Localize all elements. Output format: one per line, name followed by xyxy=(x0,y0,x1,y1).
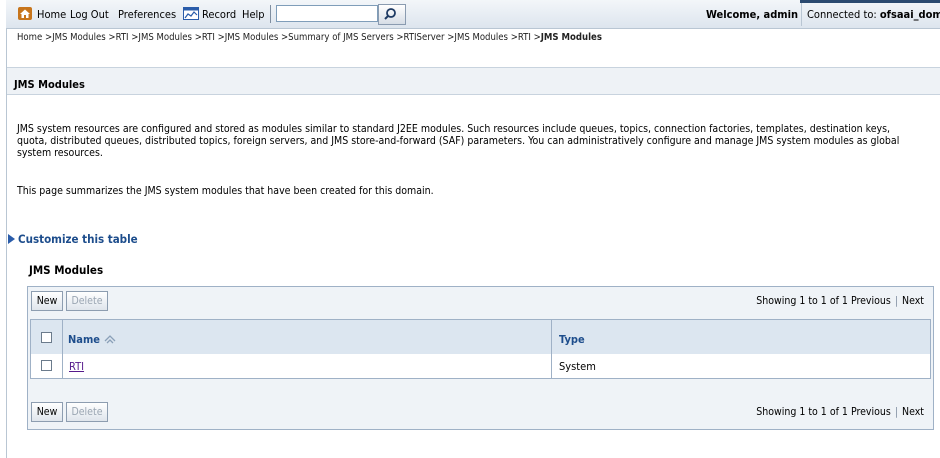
pagination-bottom: Showing 1 to 1 of 1 Previous | Next xyxy=(756,406,924,418)
connected-domain: ofsaai_doma xyxy=(879,8,940,21)
select-all-checkbox[interactable] xyxy=(41,332,52,343)
title-band xyxy=(7,67,940,95)
section-title: JMS Modules xyxy=(29,263,104,277)
delete-button-top[interactable]: Delete xyxy=(66,291,108,311)
record-link[interactable]: Record xyxy=(202,8,236,21)
search-icon xyxy=(384,8,396,20)
pagination-divider: | xyxy=(894,406,899,418)
row-checkbox[interactable] xyxy=(41,360,52,371)
pagination-top: Showing 1 to 1 of 1 Previous | Next xyxy=(756,295,924,307)
search-button[interactable] xyxy=(378,4,406,25)
breadcrumb-current: JMS Modules xyxy=(540,32,602,43)
logout-link[interactable]: Log Out xyxy=(70,8,109,21)
topbar-divider xyxy=(801,3,802,26)
module-name-link[interactable]: RTI xyxy=(69,360,84,373)
header-name-cell[interactable]: Name xyxy=(63,320,552,354)
showing-text: Showing 1 to 1 of 1 xyxy=(756,406,848,418)
sort-ascending-icon xyxy=(104,335,116,344)
page-title: JMS Modules xyxy=(14,78,85,91)
column-divider xyxy=(62,354,63,378)
customize-table-label[interactable]: Customize this table xyxy=(18,232,138,246)
jms-modules-table: New Delete Showing 1 to 1 of 1 Previous |… xyxy=(27,286,934,430)
delete-button-bottom[interactable]: Delete xyxy=(66,402,108,422)
new-button-top[interactable]: New xyxy=(31,291,63,311)
topbar-divider xyxy=(270,5,271,23)
page-description: JMS system resources are configured and … xyxy=(17,123,900,159)
next-link[interactable]: Next xyxy=(902,406,924,418)
table-row: RTI System xyxy=(30,354,931,379)
top-bar: Home Log Out Preferences Record Help Wel… xyxy=(6,0,940,29)
column-divider xyxy=(551,354,552,378)
preferences-link[interactable]: Preferences xyxy=(118,8,176,21)
expand-triangle-icon xyxy=(8,234,15,244)
header-select-cell xyxy=(31,320,63,354)
top-bar-accent xyxy=(800,0,940,3)
connected-status: Connected to: ofsaai_doma xyxy=(807,8,940,21)
pagination-divider: | xyxy=(894,295,899,307)
previous-link[interactable]: Previous xyxy=(851,295,891,307)
table-header: Name Type xyxy=(30,319,931,355)
customize-table-link[interactable]: Customize this table xyxy=(8,232,138,246)
breadcrumb[interactable]: Home >JMS Modules >RTI >JMS Modules >RTI… xyxy=(17,32,602,43)
home-icon[interactable] xyxy=(18,7,32,20)
breadcrumb-path[interactable]: Home >JMS Modules >RTI >JMS Modules >RTI… xyxy=(17,32,541,43)
new-button-bottom[interactable]: New xyxy=(31,402,63,422)
welcome-text: Welcome, admin xyxy=(706,8,799,21)
column-header-name[interactable]: Name xyxy=(68,333,117,346)
showing-text: Showing 1 to 1 of 1 xyxy=(756,295,848,307)
home-link[interactable]: Home xyxy=(37,8,66,21)
help-link[interactable]: Help xyxy=(242,8,265,21)
connected-prefix: Connected to: xyxy=(807,8,880,21)
page-summary: This page summarizes the JMS system modu… xyxy=(17,185,434,197)
record-icon[interactable] xyxy=(183,7,199,20)
column-header-name-label[interactable]: Name xyxy=(68,333,100,346)
module-type: System xyxy=(559,360,596,373)
column-header-type[interactable]: Type xyxy=(559,333,585,346)
search-input[interactable] xyxy=(276,5,378,22)
previous-link[interactable]: Previous xyxy=(851,406,891,418)
next-link[interactable]: Next xyxy=(902,295,924,307)
